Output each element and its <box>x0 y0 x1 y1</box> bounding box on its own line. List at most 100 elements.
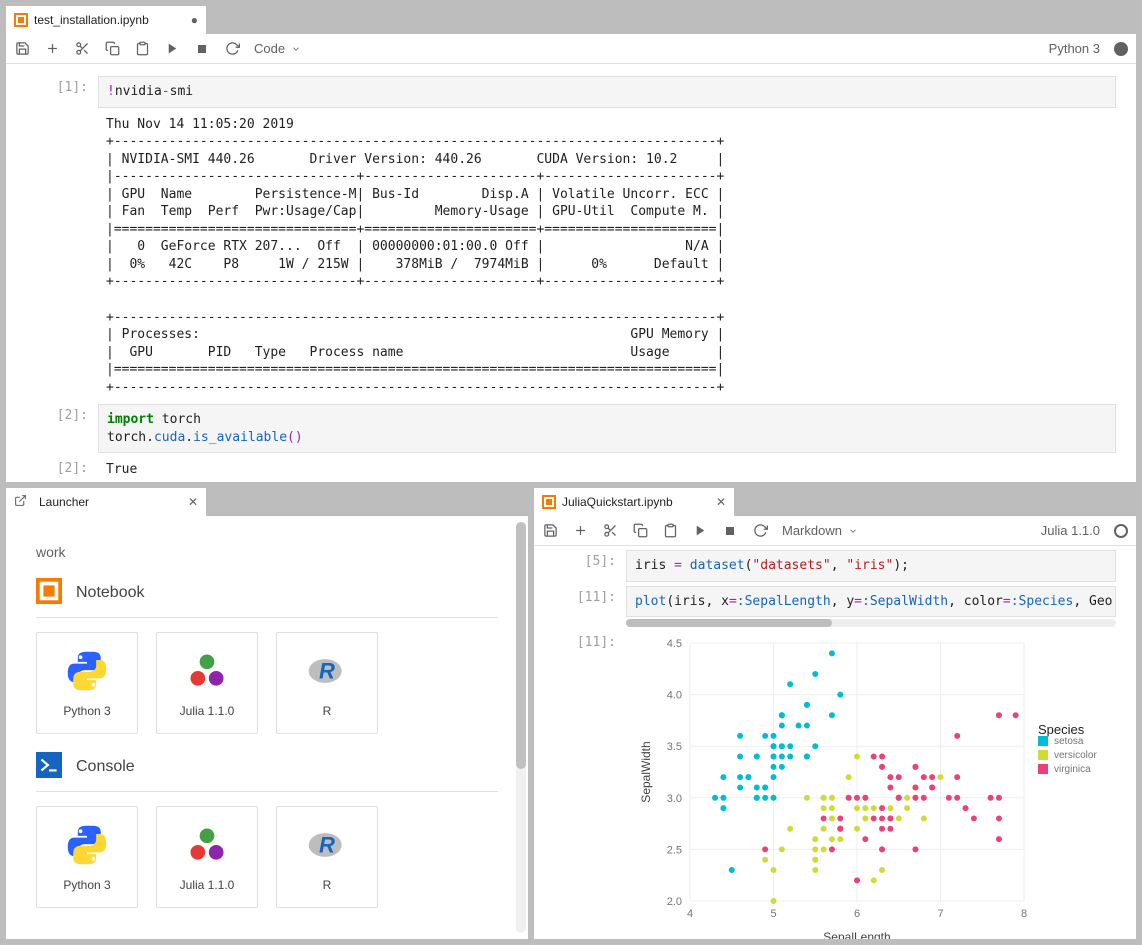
kernel-status-indicator[interactable] <box>1114 524 1128 538</box>
svg-text:SepalWidth: SepalWidth <box>639 741 653 802</box>
cell[interactable]: [5]:iris = dataset("datasets", "iris"); <box>534 548 1136 584</box>
launcher-card[interactable]: Python 3 <box>36 806 138 908</box>
cell-type-select[interactable]: Markdown <box>782 523 858 538</box>
tab-title: Launcher <box>39 495 89 509</box>
prompt-in: [11]: <box>534 586 626 628</box>
kernel-name[interactable]: Julia 1.1.0 <box>1041 523 1100 538</box>
kernel-icon <box>185 649 229 696</box>
cell-output: [11]:456782.02.53.03.54.04.5SepalLengthS… <box>534 629 1136 939</box>
launcher-section-header: Notebook <box>36 578 498 607</box>
save-icon[interactable] <box>542 523 558 539</box>
svg-text:3.5: 3.5 <box>667 741 682 753</box>
launcher-card[interactable]: Julia 1.1.0 <box>156 806 258 908</box>
launcher-card[interactable]: Python 3 <box>36 632 138 734</box>
svg-text:4.0: 4.0 <box>667 690 682 702</box>
chart-output: 456782.02.53.03.54.04.5SepalLengthSepalW… <box>626 631 1116 939</box>
kernel-name[interactable]: Python 3 <box>1049 41 1100 56</box>
stop-icon[interactable] <box>722 523 738 539</box>
svg-text:2.0: 2.0 <box>667 896 682 908</box>
paste-icon[interactable] <box>134 41 150 57</box>
svg-text:SepalLength: SepalLength <box>823 930 890 939</box>
notebook-cells-julia[interactable]: [5]:iris = dataset("datasets", "iris");[… <box>534 546 1136 939</box>
cell[interactable]: [2]:import torch torch.cuda.is_available… <box>6 402 1136 455</box>
notebook-file-icon <box>542 495 556 509</box>
section-title: Notebook <box>76 584 145 602</box>
save-icon[interactable] <box>14 41 30 57</box>
chevron-down-icon <box>848 526 858 536</box>
tab-test-installation[interactable]: test_installation.ipynb ● <box>6 6 206 34</box>
stop-icon[interactable] <box>194 41 210 57</box>
tabbar-top: test_installation.ipynb ● <box>6 6 1136 34</box>
kernel-icon: R <box>305 823 349 870</box>
notebook-icon <box>36 578 62 607</box>
svg-text:3.0: 3.0 <box>667 793 682 805</box>
code-input[interactable]: plot(iris, x=:SepalLength, y=:SepalWidth… <box>626 586 1116 618</box>
svg-text:virginica: virginica <box>1054 764 1091 775</box>
prompt-in: [5]: <box>534 550 626 582</box>
tab-julia-quickstart[interactable]: JuliaQuickstart.ipynb ✕ <box>534 488 734 516</box>
code-input[interactable]: import torch torch.cuda.is_available() <box>98 404 1116 453</box>
svg-text:4.5: 4.5 <box>667 638 682 650</box>
svg-text:4: 4 <box>687 908 693 920</box>
cut-icon[interactable] <box>602 523 618 539</box>
scrollbar-vertical[interactable] <box>516 522 526 933</box>
horizontal-scrollbar[interactable] <box>626 619 1116 627</box>
console-icon <box>36 752 62 781</box>
prompt-in: [1]: <box>6 76 98 108</box>
close-icon[interactable]: ✕ <box>188 495 198 509</box>
launcher-grid: Python 3Julia 1.1.0RR <box>36 632 498 734</box>
popout-icon <box>14 494 27 510</box>
svg-text:setosa: setosa <box>1054 736 1084 747</box>
notebook-file-icon <box>14 13 28 27</box>
toolbar-julia: Markdown Julia 1.1.0 <box>534 516 1136 546</box>
card-label: Python 3 <box>63 704 110 718</box>
kernel-status-indicator[interactable] <box>1114 42 1128 56</box>
launcher-heading: work <box>36 544 498 560</box>
prompt-out: [11]: <box>534 631 626 939</box>
launcher-card[interactable]: Julia 1.1.0 <box>156 632 258 734</box>
notebook-cells-top[interactable]: [1]:!nvidia-smiThu Nov 14 11:05:20 2019 … <box>6 64 1136 482</box>
code-input[interactable]: !nvidia-smi <box>98 76 1116 108</box>
card-label: Python 3 <box>63 878 110 892</box>
cell-type-select[interactable]: Code <box>254 41 301 56</box>
cell-type-label: Code <box>254 41 285 56</box>
kernel-icon: R <box>305 649 349 696</box>
run-icon[interactable] <box>692 523 708 539</box>
cell[interactable]: [1]:!nvidia-smi <box>6 74 1136 110</box>
toolbar-top: Code Python 3 <box>6 34 1136 64</box>
launcher-card[interactable]: RR <box>276 632 378 734</box>
section-title: Console <box>76 758 135 776</box>
run-icon[interactable] <box>164 41 180 57</box>
launcher-card[interactable]: RR <box>276 806 378 908</box>
launcher-pane: Launcher ✕ work Notebook Python 3 Julia 1.… <box>6 488 528 939</box>
cut-icon[interactable] <box>74 41 90 57</box>
scatter-plot: 456782.02.53.03.54.04.5SepalLengthSepalW… <box>634 637 1134 939</box>
kernel-icon <box>185 823 229 870</box>
restart-icon[interactable] <box>752 523 768 539</box>
notebook-pane-julia: JuliaQuickstart.ipynb ✕ Markdown Julia 1… <box>534 488 1136 939</box>
add-cell-icon[interactable] <box>572 523 588 539</box>
svg-text:R: R <box>319 658 335 683</box>
add-cell-icon[interactable] <box>44 41 60 57</box>
launcher-section-header: Console <box>36 752 498 781</box>
card-label: Julia 1.1.0 <box>180 878 235 892</box>
tab-title: JuliaQuickstart.ipynb <box>562 495 673 509</box>
tab-dirty-indicator[interactable]: ● <box>191 13 198 27</box>
tab-launcher[interactable]: Launcher ✕ <box>6 488 206 516</box>
kernel-icon <box>65 649 109 696</box>
copy-icon[interactable] <box>104 41 120 57</box>
restart-icon[interactable] <box>224 41 240 57</box>
kernel-icon <box>65 823 109 870</box>
copy-icon[interactable] <box>632 523 648 539</box>
cell[interactable]: [11]:plot(iris, x=:SepalLength, y=:Sepal… <box>534 584 1136 630</box>
divider <box>36 791 498 792</box>
close-icon[interactable]: ✕ <box>716 495 726 509</box>
cell-output: [2]:True <box>6 455 1136 482</box>
launcher-grid: Python 3 Julia 1.1.0 RR <box>36 806 498 908</box>
divider <box>36 617 498 618</box>
prompt-out: [2]: <box>6 457 98 482</box>
card-label: R <box>323 704 332 718</box>
svg-text:5: 5 <box>770 908 776 920</box>
paste-icon[interactable] <box>662 523 678 539</box>
code-input[interactable]: iris = dataset("datasets", "iris"); <box>626 550 1116 582</box>
